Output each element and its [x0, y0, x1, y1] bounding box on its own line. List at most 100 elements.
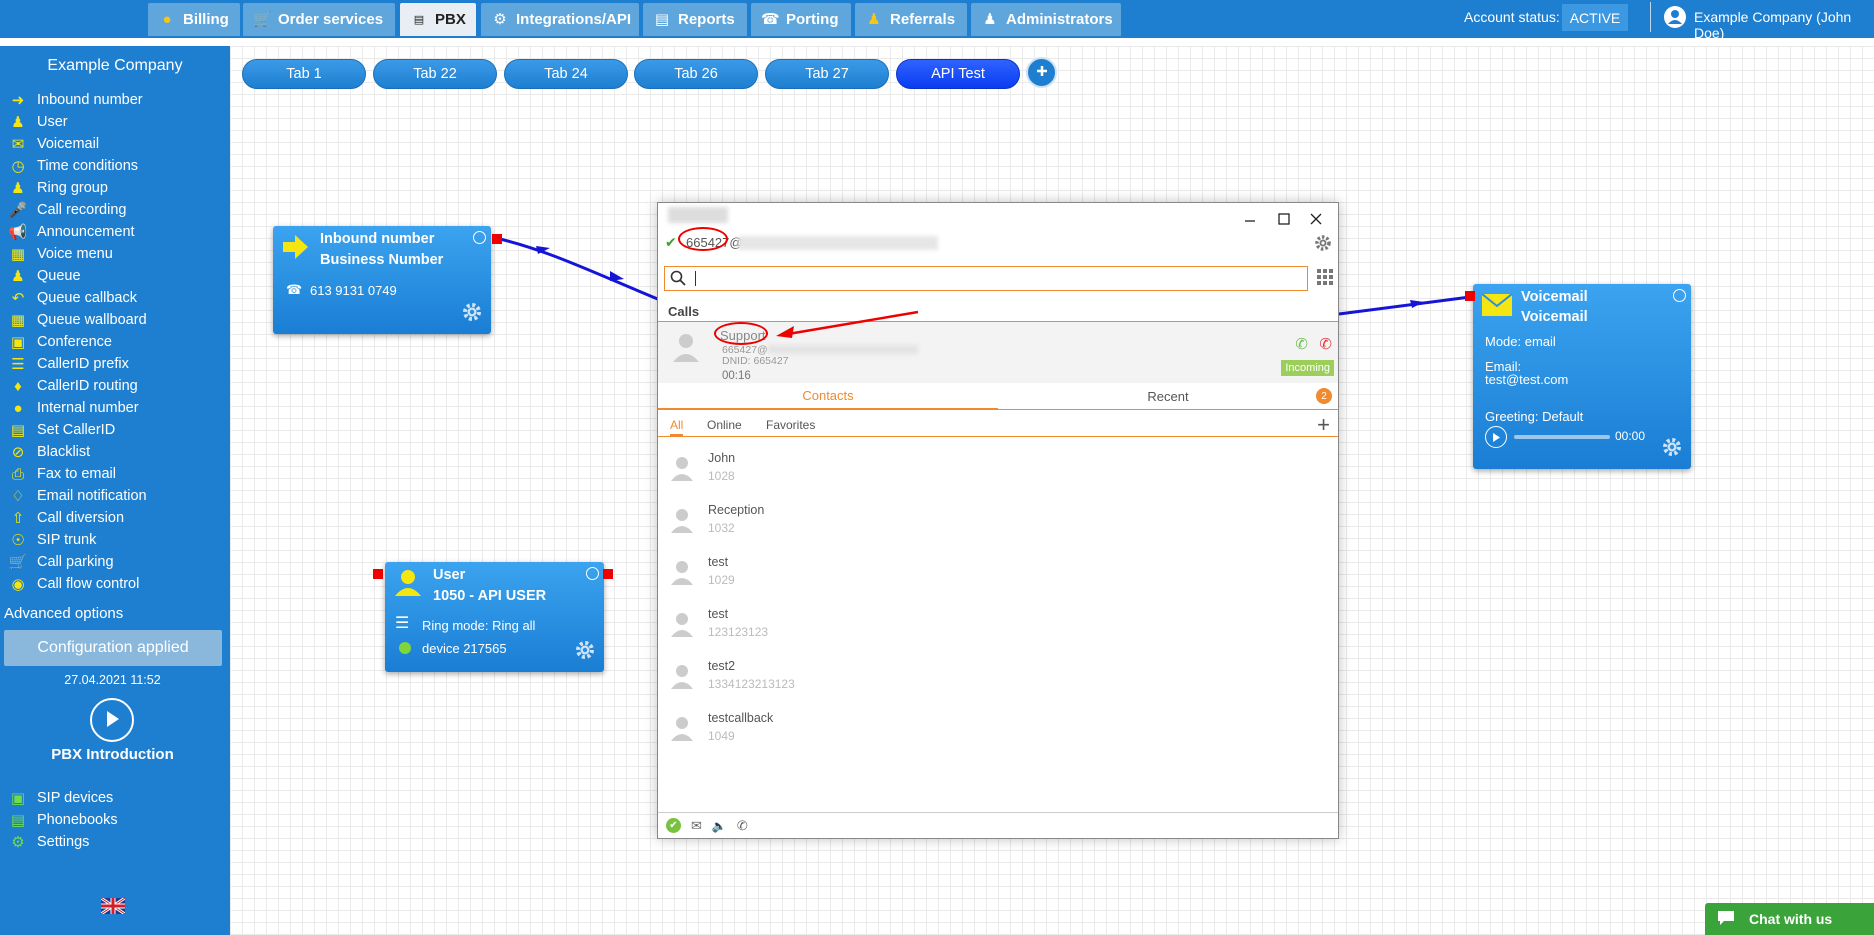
- answer-call-icon[interactable]: ✆: [1295, 335, 1308, 353]
- inbound-number-node[interactable]: Inbound number Business Number ☎ 613 913…: [273, 226, 491, 334]
- pbx-icon: ▤: [413, 13, 425, 26]
- close-button[interactable]: [1306, 209, 1326, 229]
- voicemail-node[interactable]: Voicemail Voicemail Mode: email Email: t…: [1473, 284, 1691, 469]
- gear-icon[interactable]: [1661, 436, 1683, 461]
- hangup-call-icon[interactable]: ✆: [1319, 335, 1332, 353]
- uk-flag-icon[interactable]: [101, 898, 125, 914]
- tab-27[interactable]: Tab 27: [765, 59, 889, 89]
- nav-tab-pbx[interactable]: ▤ PBX: [400, 3, 476, 36]
- sidebar-item-sip-trunk[interactable]: ☉ SIP trunk: [8, 530, 96, 550]
- sidebar-item-inbound-number[interactable]: ➜ Inbound number: [8, 90, 143, 110]
- nav-tab-referrals[interactable]: ♟ Referrals: [855, 3, 967, 36]
- voicemail-mode: Mode: email: [1485, 334, 1556, 349]
- tab-contacts[interactable]: Contacts: [658, 383, 998, 410]
- nav-tab-integrations[interactable]: ⚙ Integrations/API: [481, 3, 639, 36]
- add-contact-icon[interactable]: +: [1317, 414, 1330, 436]
- sidebar-item-queue-wallboard[interactable]: ▦ Queue wallboard: [8, 310, 147, 330]
- call-forward-icon[interactable]: ✆: [737, 818, 748, 834]
- nav-tab-billing[interactable]: ● Billing: [148, 3, 240, 36]
- list-item[interactable]: test 1029: [658, 547, 1338, 599]
- filter-online[interactable]: Online: [707, 418, 742, 432]
- sidebar-item-call-recording[interactable]: 🎤 Call recording: [8, 200, 127, 220]
- sidebar-item-set-callerid[interactable]: ▤ Set CallerID: [8, 420, 115, 440]
- list-item[interactable]: test2 1334123213123: [658, 651, 1338, 703]
- sidebar-item-callerid-prefix[interactable]: ☰ CallerID prefix: [8, 354, 129, 374]
- recent-count-badge: 2: [1316, 388, 1332, 404]
- list-item[interactable]: John 1028: [658, 443, 1338, 495]
- active-call-row[interactable]: Support 665427@ DNID: 665427 00:16 ✆ ✆ I…: [658, 321, 1338, 383]
- search-input[interactable]: [664, 266, 1308, 291]
- user-avatar-icon[interactable]: [1664, 6, 1686, 28]
- user-node[interactable]: User 1050 - API USER ☰ Ring mode: Ring a…: [385, 562, 604, 672]
- sidebar-item-sip-devices[interactable]: ▣ SIP devices: [8, 788, 113, 808]
- list-item[interactable]: test 123123123: [658, 599, 1338, 651]
- ring-mode-icon: ☰: [395, 615, 410, 632]
- add-tab-button[interactable]: [1026, 57, 1057, 88]
- monitor-icon: ▣: [10, 790, 26, 807]
- advanced-options-link[interactable]: Advanced options: [4, 605, 123, 622]
- sidebar-item-ring-group[interactable]: ♟ Ring group: [8, 178, 108, 198]
- softphone-window[interactable]: ✔ 665427@ Calls Support 665427@ DNID: 66…: [657, 202, 1339, 839]
- person-icon: ♟: [867, 10, 881, 28]
- sidebar-item-callerid-routing[interactable]: ♦ CallerID routing: [8, 376, 138, 396]
- filter-favorites[interactable]: Favorites: [766, 418, 815, 432]
- sidebar-item-phonebooks[interactable]: ▤ Phonebooks: [8, 810, 118, 830]
- close-icon[interactable]: [473, 231, 486, 244]
- chat-with-us-button[interactable]: Chat with us: [1705, 903, 1874, 935]
- nav-tab-order-services[interactable]: 🛒 Order services: [243, 3, 395, 36]
- tab-26[interactable]: Tab 26: [634, 59, 758, 89]
- gear-icon[interactable]: [574, 639, 596, 664]
- tab-recent[interactable]: Recent: [998, 383, 1338, 410]
- sidebar-item-email-notification[interactable]: ♢ Email notification: [8, 486, 146, 506]
- sidebar-item-voicemail[interactable]: ✉ Voicemail: [8, 134, 99, 154]
- sidebar-item-label: SIP devices: [37, 790, 114, 806]
- list-item[interactable]: testcallback 1049: [658, 703, 1338, 755]
- sidebar-item-internal-number[interactable]: ● Internal number: [8, 398, 138, 418]
- maximize-button[interactable]: [1274, 209, 1294, 229]
- play-icon[interactable]: [1485, 426, 1507, 448]
- nav-tab-reports[interactable]: ▤ Reports: [643, 3, 747, 36]
- arrow-right-icon: ➜: [11, 92, 25, 109]
- sidebar-item-time-conditions[interactable]: ◷ Time conditions: [8, 156, 138, 176]
- connection-handle[interactable]: [1465, 291, 1475, 301]
- sidebar-item-voice-menu[interactable]: ▦ Voice menu: [8, 244, 113, 264]
- filter-all[interactable]: All: [670, 418, 684, 436]
- connection-handle[interactable]: [373, 569, 383, 579]
- status-ok-icon[interactable]: ✔: [666, 818, 681, 833]
- voicemail-icon[interactable]: ✉: [691, 818, 702, 834]
- tab-22[interactable]: Tab 22: [373, 59, 497, 89]
- sidebar-item-queue[interactable]: ♟ Queue: [8, 266, 81, 286]
- audio-progress-bar[interactable]: [1514, 435, 1610, 439]
- sidebar-item-settings[interactable]: ⚙ Settings: [8, 832, 89, 852]
- list-item[interactable]: Reception 1032: [658, 495, 1338, 547]
- close-icon[interactable]: [586, 567, 599, 580]
- tab-24[interactable]: Tab 24: [504, 59, 628, 89]
- user-icon: [394, 568, 422, 599]
- sidebar-item-conference[interactable]: ▣ Conference: [8, 332, 112, 352]
- configuration-applied-button[interactable]: Configuration applied: [4, 630, 222, 666]
- nav-tab-porting[interactable]: ☎ Porting: [751, 3, 851, 36]
- sidebar-item-fax-to-email[interactable]: ⎙ Fax to email: [8, 464, 116, 484]
- close-icon[interactable]: [1673, 289, 1686, 302]
- sidebar-item-label: Queue: [37, 268, 81, 284]
- sidebar-item-blacklist[interactable]: ⊘ Blacklist: [8, 442, 90, 462]
- sidebar-item-call-parking[interactable]: 🛒 Call parking: [8, 552, 114, 572]
- connection-handle[interactable]: [603, 569, 613, 579]
- user-menu[interactable]: Example Company (John Doe): [1694, 9, 1874, 41]
- sidebar-item-queue-callback[interactable]: ↶ Queue callback: [8, 288, 137, 308]
- sidebar-item-announcement[interactable]: 📢 Announcement: [8, 222, 135, 242]
- minimize-button[interactable]: [1240, 209, 1260, 229]
- play-intro-button[interactable]: [90, 698, 134, 742]
- connection-handle[interactable]: [492, 234, 502, 244]
- tab-api-test[interactable]: API Test: [896, 59, 1020, 89]
- sidebar-item-call-diversion[interactable]: ⇧ Call diversion: [8, 508, 124, 528]
- gear-icon[interactable]: [1314, 234, 1332, 255]
- sidebar-item-call-flow-control[interactable]: ◉ Call flow control: [8, 574, 139, 594]
- dialpad-icon[interactable]: [1317, 269, 1333, 288]
- nav-tab-administrators[interactable]: ♟ Administrators: [971, 3, 1121, 36]
- inbound-phone-number: 613 9131 0749: [310, 283, 397, 298]
- tab-1[interactable]: Tab 1: [242, 59, 366, 89]
- sidebar-item-user[interactable]: ♟ User: [8, 112, 67, 132]
- speaker-icon[interactable]: 🔈: [712, 819, 727, 833]
- gear-icon[interactable]: [461, 301, 483, 326]
